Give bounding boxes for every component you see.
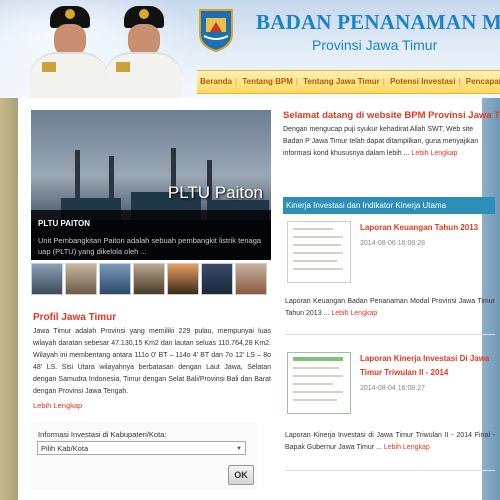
nav-item-beranda[interactable]: Beranda (197, 71, 235, 93)
news-more-link[interactable]: Lebih Lengkap (384, 444, 430, 451)
slider-thumbnails (31, 263, 271, 297)
slide-thumb[interactable] (235, 263, 267, 295)
slide-thumb[interactable] (31, 263, 63, 295)
slide-description: Unit Pembangkitan Paiton adalah sebuah p… (38, 236, 262, 256)
slide-title[interactable]: PLTU PAITON (38, 219, 90, 228)
slide-image-caption: PLTU Paiton (167, 183, 263, 202)
profil-more-link[interactable]: Lebih Lengkap (33, 401, 82, 410)
main-nav: Beranda | Tentang BPM | Tentang Jawa Timur… (197, 70, 500, 94)
report-thumbnail[interactable] (287, 221, 351, 283)
nav-item-tentang-jawa-timur[interactable]: Tentang Jawa Timur (300, 71, 383, 93)
slide-thumb[interactable] (167, 263, 199, 295)
kabkota-selected: Pilih Kab/Kota (41, 444, 89, 453)
welcome-title: Selamat datang di website BPM Provinsi J… (283, 110, 500, 121)
news-date: 2014-08-06 16:08:28 (360, 240, 425, 247)
chevron-down-icon: ▼ (236, 446, 242, 452)
nav-item-potensi-investasi[interactable]: Potensi Investasi (387, 71, 458, 93)
news-summary-text: Laporan Keuangan Badan Penanaman Modal P… (285, 298, 495, 317)
site-subtitle: Provinsi Jawa Timur (312, 37, 438, 53)
slide-thumb[interactable] (65, 263, 97, 295)
slide-thumb[interactable] (201, 263, 233, 295)
ok-button[interactable]: OK (228, 465, 254, 485)
kinerja-header: Kinerja Investasi dan Indikator Kinerja … (283, 197, 495, 214)
site-title: BADAN PENANAMAN MODAL (256, 10, 500, 34)
nav-separator: | (235, 77, 238, 86)
governor-figure (28, 2, 108, 98)
welcome-text: Dengan mengucap puji syukur kehadirat Al… (283, 124, 495, 172)
nav-separator: | (295, 77, 298, 86)
officials-photo (0, 0, 200, 98)
kabkota-label: Informasi Investasi di Kabupaten/Kota: (38, 430, 167, 439)
nav-item-tentang-bpm[interactable]: Tentang BPM (239, 71, 296, 93)
news-summary: Laporan Kinerja Investasi di Jawa Timur … (285, 430, 495, 454)
news-title[interactable]: Laporan Kinerja Investasi Di Jawa Timur … (360, 352, 495, 380)
nav-separator: | (382, 77, 385, 86)
news-more-link[interactable]: Lebih Lengkap (331, 310, 377, 317)
province-logo (199, 9, 233, 52)
kinerja-header-label: Kinerja Investasi dan Indikator Kinerja … (286, 201, 447, 210)
nav-separator: | (458, 77, 461, 86)
site-header: BADAN PENANAMAN MODAL Provinsi Jawa Timu… (0, 0, 500, 98)
vice-governor-figure (102, 2, 182, 98)
welcome-more-link[interactable]: Lebih Lengkap (411, 150, 457, 157)
profil-title: Profil Jawa Timur (33, 312, 117, 323)
profil-text: Jawa Timur adalah Provinsi yang memiliki… (33, 326, 271, 398)
news-title[interactable]: Laporan Keuangan Tahun 2013 (360, 221, 495, 235)
divider (285, 334, 495, 335)
news-summary: Laporan Keuangan Badan Penanaman Modal P… (285, 296, 495, 320)
divider (285, 470, 495, 471)
profil-body: Jawa Timur adalah Provinsi yang memiliki… (33, 328, 271, 395)
slide-thumb[interactable] (133, 263, 165, 295)
nav-item-pencapaian-kinerja[interactable]: Pencapaian Kine (463, 71, 500, 93)
news-date: 2014-08-04 16:08:27 (360, 385, 425, 392)
report-thumbnail[interactable] (287, 352, 351, 414)
slide-thumb[interactable] (99, 263, 131, 295)
kabkota-select[interactable]: Pilih Kab/Kota ▼ (37, 441, 246, 455)
